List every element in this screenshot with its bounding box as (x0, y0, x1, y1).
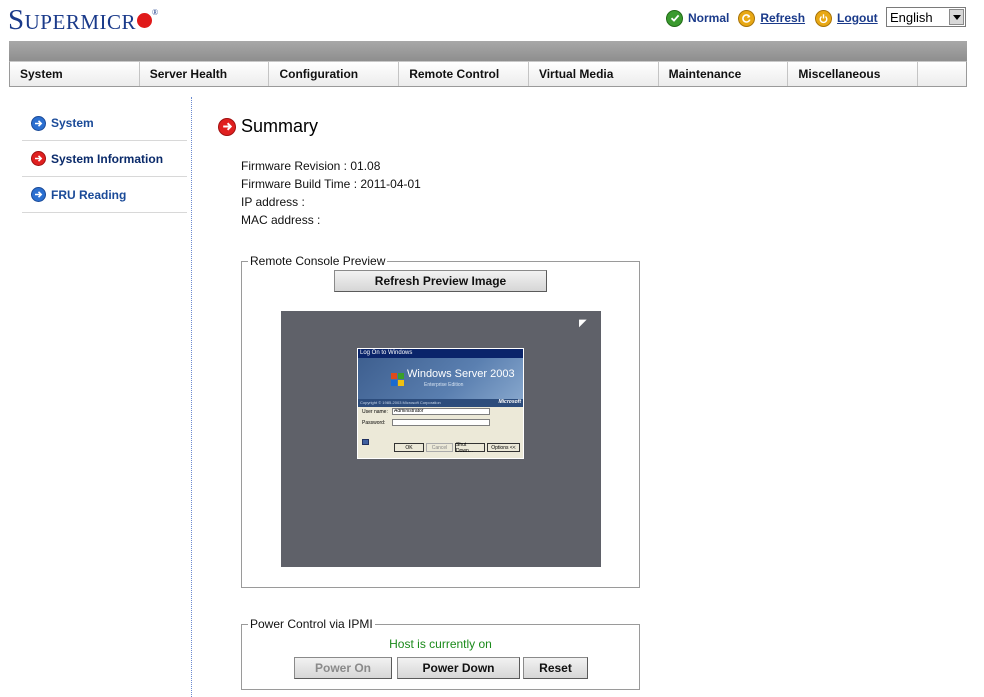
windows-shutdown-button: Shut Down... (455, 442, 485, 454)
windows-logon-dialog: Log On to Windows Windows Server 2003 En… (357, 348, 524, 459)
windows-user-field: Administrator (392, 408, 490, 415)
nav-item-empty (918, 62, 966, 86)
sidebar-divider (191, 97, 192, 697)
refresh-preview-image-button[interactable]: Refresh Preview Image (334, 270, 547, 292)
windows-cancel-button: Cancel (426, 443, 453, 452)
system-status-text: Normal (688, 11, 730, 25)
header-status-area: Normal Refresh Logout (666, 7, 888, 29)
windows-ok-button: OK (394, 443, 424, 452)
power-control-group: Power Control via IPMI (241, 617, 640, 690)
windows-brand-text: Windows Server 2003 (407, 368, 515, 380)
logo-red-dot (137, 13, 152, 28)
windows-options-button: Options << (487, 443, 520, 452)
logout-icon[interactable] (815, 9, 833, 27)
arrow-right-icon (31, 187, 46, 202)
reset-button[interactable]: Reset (523, 657, 588, 679)
nav-item-server-health[interactable]: Server Health (140, 62, 270, 86)
microsoft-logo: Microsoft (498, 399, 522, 405)
sidebar-item-fru-reading[interactable]: FRU Reading (22, 177, 187, 213)
nav-item-remote-control[interactable]: Remote Control (399, 62, 529, 86)
checkmark-icon (666, 9, 683, 27)
nav-item-miscellaneous[interactable]: Miscellaneous (788, 62, 919, 86)
keyboard-icon (362, 439, 369, 445)
supermicro-logo: SUPERMICR ® (8, 4, 159, 36)
windows-edition-text: Enterprise Edition (424, 382, 464, 388)
windows-copyright-text: Copyright © 1985-2003 Microsoft Corporat… (360, 400, 441, 405)
firmware-build-time: Firmware Build Time : 2011-04-01 (241, 177, 421, 191)
host-status-text: Host is currently on (389, 637, 492, 651)
refresh-link[interactable]: Refresh (760, 11, 805, 25)
windows-password-field (392, 419, 490, 426)
sidebar-item-label: FRU Reading (51, 187, 127, 202)
sidebar: System System Information FRU Reading (22, 106, 187, 213)
sidebar-item-system-information[interactable]: System Information (22, 141, 187, 177)
sidebar-item-label: System Information (51, 151, 164, 166)
chevron-down-icon[interactable] (949, 9, 964, 25)
remote-console-preview-image[interactable]: ◤ Log On to Windows Windows Server 2003 … (281, 311, 601, 567)
nav-item-maintenance[interactable]: Maintenance (659, 62, 789, 86)
power-control-legend: Power Control via IPMI (250, 617, 373, 631)
page-title-area: Summary (218, 116, 318, 137)
arrow-right-icon (31, 115, 46, 131)
windows-user-label: User name: (362, 409, 388, 415)
refresh-icon[interactable] (738, 9, 756, 27)
remote-console-preview-legend: Remote Console Preview (250, 254, 386, 268)
arrow-right-icon (31, 151, 46, 166)
windows-flag-icon (391, 373, 405, 387)
language-select-value: English (890, 9, 933, 25)
nav-item-configuration[interactable]: Configuration (269, 62, 400, 86)
windows-dialog-title: Log On to Windows (358, 349, 523, 358)
windows-banner: Windows Server 2003 Enterprise Edition (358, 358, 523, 399)
mac-address: MAC address : (241, 213, 321, 227)
power-on-button[interactable]: Power On (294, 657, 392, 679)
firmware-info: Firmware Revision : 01.08 Firmware Build… (241, 157, 421, 229)
windows-copyright-strip: Copyright © 1985-2003 Microsoft Corporat… (358, 399, 523, 407)
sidebar-item-system[interactable]: System (22, 106, 187, 141)
sidebar-item-label: System (51, 116, 94, 130)
page-title: Summary (241, 116, 319, 136)
arrow-right-icon (218, 117, 236, 136)
logout-link[interactable]: Logout (837, 11, 878, 25)
nav-top-strip (9, 41, 967, 61)
main-nav: System Server Health Configuration Remot… (9, 61, 967, 87)
language-select[interactable]: English (886, 7, 966, 27)
firmware-revision: Firmware Revision : 01.08 (241, 159, 381, 173)
power-down-button[interactable]: Power Down (397, 657, 520, 679)
ip-address: IP address : (241, 195, 305, 209)
windows-password-label: Password: (362, 420, 386, 426)
nav-item-system[interactable]: System (10, 62, 140, 86)
mouse-cursor-icon: ◤ (579, 318, 587, 329)
nav-item-virtual-media[interactable]: Virtual Media (529, 62, 659, 86)
